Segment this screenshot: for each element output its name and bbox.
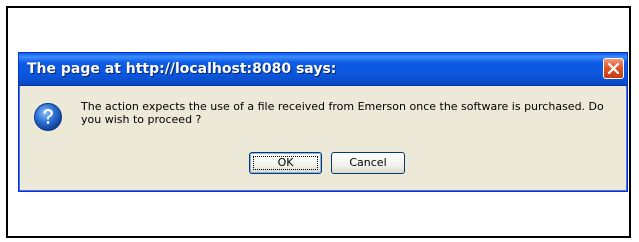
- dialog-message: The action expects the use of a file rec…: [81, 100, 604, 126]
- dialog-body: The action expects the use of a file rec…: [19, 86, 627, 191]
- alert-dialog: The page at http://localhost:8080 says: …: [18, 52, 628, 192]
- cancel-button[interactable]: Cancel: [331, 152, 405, 174]
- ok-button-label: OK: [277, 156, 294, 169]
- dialog-titlebar[interactable]: The page at http://localhost:8080 says:: [19, 53, 627, 86]
- close-button[interactable]: [603, 58, 624, 79]
- dialog-title: The page at http://localhost:8080 says:: [27, 61, 337, 77]
- question-icon: [34, 103, 62, 131]
- ok-button[interactable]: OK: [249, 152, 322, 174]
- cancel-button-label: Cancel: [349, 156, 387, 169]
- close-icon: [607, 62, 620, 75]
